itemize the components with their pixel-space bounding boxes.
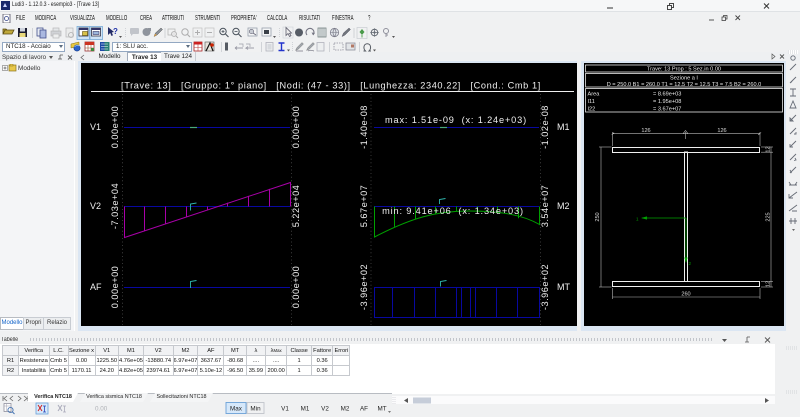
svg-text:D = 250.0 B1 = 260.0 T1 = 12: D = 250.0 B1 = 260.0 T1 = 12.5 T2 = 12.5…	[607, 82, 762, 88]
svg-text:0.00e+00: 0.00e+00	[291, 106, 301, 149]
svg-text:MT: MT	[557, 282, 570, 292]
svg-text:-3.96e+02: -3.96e+02	[540, 264, 550, 310]
svg-text:= 3.67e+07: = 3.67e+07	[653, 107, 681, 113]
svg-text:0.00e+00: 0.00e+00	[291, 266, 301, 309]
svg-text:-7.03e+04: -7.03e+04	[110, 183, 120, 229]
svg-text:0.00: 0.00	[95, 406, 108, 413]
svg-text:2: 2	[689, 261, 692, 266]
svg-text:= 1.95e+08: = 1.95e+08	[653, 99, 681, 105]
svg-text:V1: V1	[90, 122, 101, 132]
svg-text:Min: Min	[250, 406, 261, 413]
svg-text:= 8.69e+03: = 8.69e+03	[653, 92, 681, 98]
svg-text:MT: MT	[377, 406, 386, 413]
svg-text:[Trave: 13] [Gruppo: 1° pian: [Trave: 13] [Gruppo: 1° piano] [Nodi: (4…	[121, 81, 541, 91]
svg-text:I11: I11	[588, 99, 595, 105]
svg-text:AF: AF	[90, 282, 102, 292]
svg-text:0.00e+00: 0.00e+00	[110, 266, 120, 309]
svg-text:5.67e+07: 5.67e+07	[359, 185, 369, 228]
svg-text:0.00e+00: 0.00e+00	[110, 106, 120, 149]
svg-text:V2: V2	[90, 201, 101, 211]
svg-text:1: 1	[636, 217, 639, 222]
svg-text:AF: AF	[360, 406, 368, 413]
svg-text:M2: M2	[341, 406, 350, 413]
svg-text:Max: Max	[230, 406, 243, 413]
svg-text:5.22e+04: 5.22e+04	[291, 185, 301, 228]
svg-text:min: 9.41e+06 (x: 1.34e+03): min: 9.41e+06 (x: 1.34e+03)	[382, 206, 524, 216]
svg-text:?: ?	[113, 27, 118, 36]
svg-text:-1.02e-08: -1.02e-08	[540, 105, 550, 149]
svg-text:I22: I22	[588, 107, 596, 113]
svg-text:Trave: 13 Prop : 5 Sez.in 0: Trave: 13 Prop : 5 Sez.in 0.00	[647, 67, 721, 73]
svg-text:126: 126	[641, 128, 650, 134]
svg-text:-1.40e-08: -1.40e-08	[359, 105, 369, 149]
svg-text:M1: M1	[557, 122, 570, 132]
svg-text:Area: Area	[588, 92, 601, 98]
svg-text:V1: V1	[281, 406, 289, 413]
svg-text:225: 225	[766, 212, 772, 221]
svg-text:-3.96e+02: -3.96e+02	[359, 264, 369, 310]
svg-text:126: 126	[717, 128, 726, 134]
svg-text:3.54e+07: 3.54e+07	[540, 185, 550, 228]
svg-text:12: 12	[766, 146, 772, 152]
svg-text:Sezione a I: Sezione a I	[670, 76, 698, 82]
svg-text:V2: V2	[321, 406, 329, 413]
svg-text:M1: M1	[301, 406, 310, 413]
svg-text:260: 260	[681, 292, 690, 298]
svg-text:M2: M2	[557, 201, 570, 211]
svg-text:max: 1.51e-09 (x: 1.24e+03): max: 1.51e-09 (x: 1.24e+03)	[385, 115, 527, 125]
svg-text:12: 12	[766, 281, 772, 287]
svg-text:250: 250	[595, 212, 601, 221]
